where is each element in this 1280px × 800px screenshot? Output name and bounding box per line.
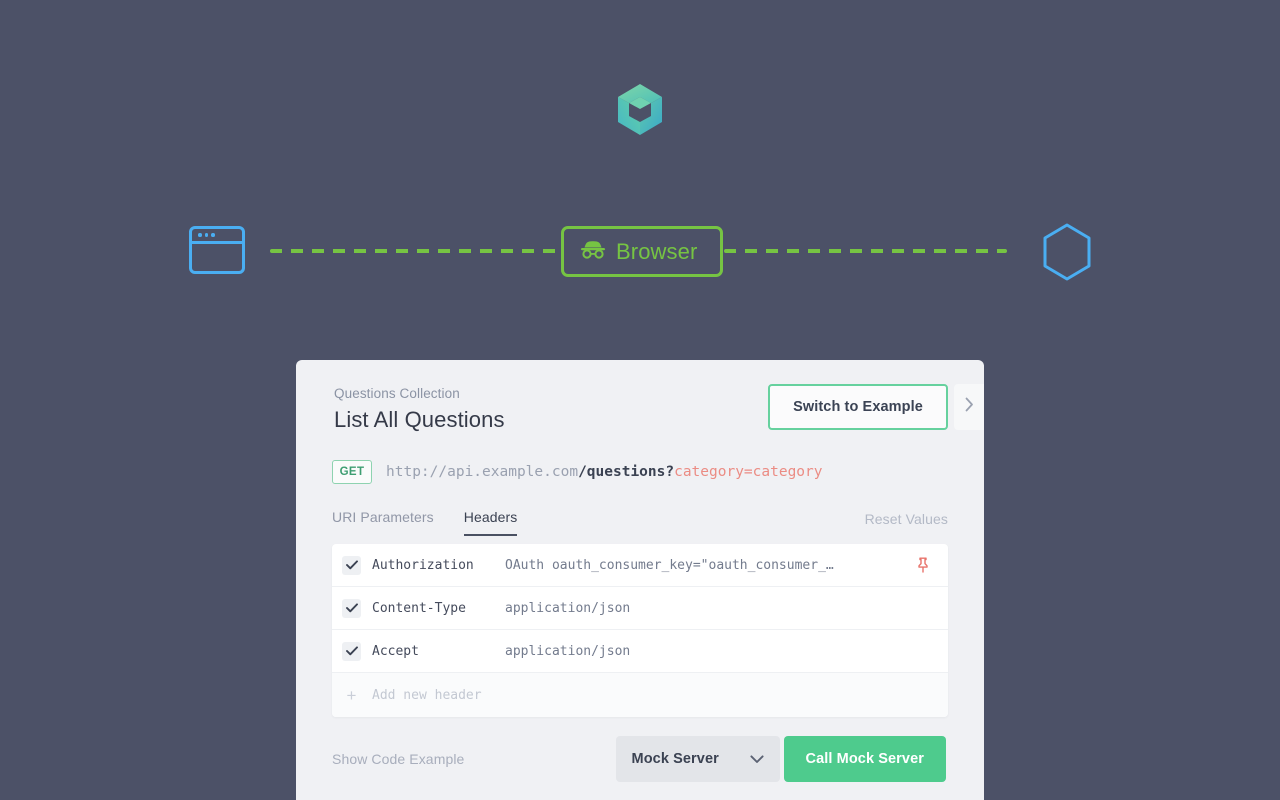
- tabs-row: URI Parameters Headers Reset Values: [296, 492, 984, 536]
- table-row[interactable]: Content-Type application/json: [332, 587, 948, 630]
- header-enabled-checkbox[interactable]: [342, 641, 361, 661]
- window-dot: [198, 233, 202, 237]
- footer-actions: Mock Server Call Mock Server: [615, 736, 946, 782]
- window-dot: [211, 233, 215, 237]
- card-header: Questions Collection List All Questions …: [296, 360, 984, 452]
- connector-line-right: [724, 249, 1007, 253]
- table-row[interactable]: Authorization OAuth oauth_consumer_key="…: [332, 544, 948, 587]
- browser-badge-label: Browser: [616, 238, 698, 264]
- server-select[interactable]: Mock Server: [615, 736, 780, 782]
- card-footer: Show Code Example Mock Server Call Mock …: [296, 735, 984, 783]
- chevron-down-icon: [749, 754, 764, 764]
- url-path: /questions?: [578, 464, 675, 480]
- table-row[interactable]: Accept application/json: [332, 630, 948, 673]
- call-mock-server-button[interactable]: Call Mock Server: [783, 736, 946, 782]
- url-query: category=category: [674, 464, 823, 480]
- reset-values-link[interactable]: Reset Values: [865, 511, 948, 536]
- header-actions: Switch to Example: [768, 384, 984, 430]
- url-base: http://api.example.com: [386, 464, 579, 480]
- browser-badge[interactable]: Browser: [561, 226, 723, 277]
- add-new-header-label: Add new header: [372, 687, 482, 703]
- show-code-example-link[interactable]: Show Code Example: [332, 751, 464, 767]
- window-dot: [204, 233, 208, 237]
- header-key: Accept: [372, 643, 419, 659]
- tab-uri-parameters[interactable]: URI Parameters: [332, 509, 434, 536]
- pin-icon[interactable]: [916, 557, 930, 573]
- chevron-right-icon: [965, 397, 974, 417]
- incognito-icon: [580, 239, 606, 264]
- header-value[interactable]: OAuth oauth_consumer_key="oauth_consumer…: [505, 558, 908, 573]
- hexagon-icon: [1040, 222, 1094, 282]
- next-request-button[interactable]: [954, 384, 984, 430]
- browser-window-icon: [189, 226, 245, 274]
- headers-table: Authorization OAuth oauth_consumer_key="…: [332, 544, 948, 717]
- plus-icon: +: [346, 685, 357, 705]
- request-url[interactable]: http://api.example.com/questions?categor…: [386, 464, 823, 480]
- app-logo-icon: [610, 82, 670, 144]
- switch-to-example-button[interactable]: Switch to Example: [768, 384, 948, 430]
- browser-window-titlebar: [192, 229, 242, 244]
- header-enabled-checkbox[interactable]: [342, 598, 361, 618]
- header-key: Authorization: [372, 557, 474, 573]
- tab-headers[interactable]: Headers: [463, 509, 518, 536]
- header-enabled-checkbox[interactable]: [342, 555, 361, 575]
- header-value[interactable]: application/json: [505, 601, 930, 616]
- connector-line-left: [270, 249, 560, 253]
- request-url-row: GET http://api.example.com/questions?cat…: [296, 452, 984, 492]
- hero-section: Browser: [0, 0, 1280, 360]
- header-value[interactable]: application/json: [505, 644, 930, 659]
- header-key: Content-Type: [372, 600, 466, 616]
- server-select-value: Mock Server: [631, 751, 719, 767]
- request-card: Questions Collection List All Questions …: [296, 360, 984, 800]
- add-new-header-row[interactable]: + Add new header: [332, 673, 948, 717]
- http-method-badge: GET: [332, 460, 372, 484]
